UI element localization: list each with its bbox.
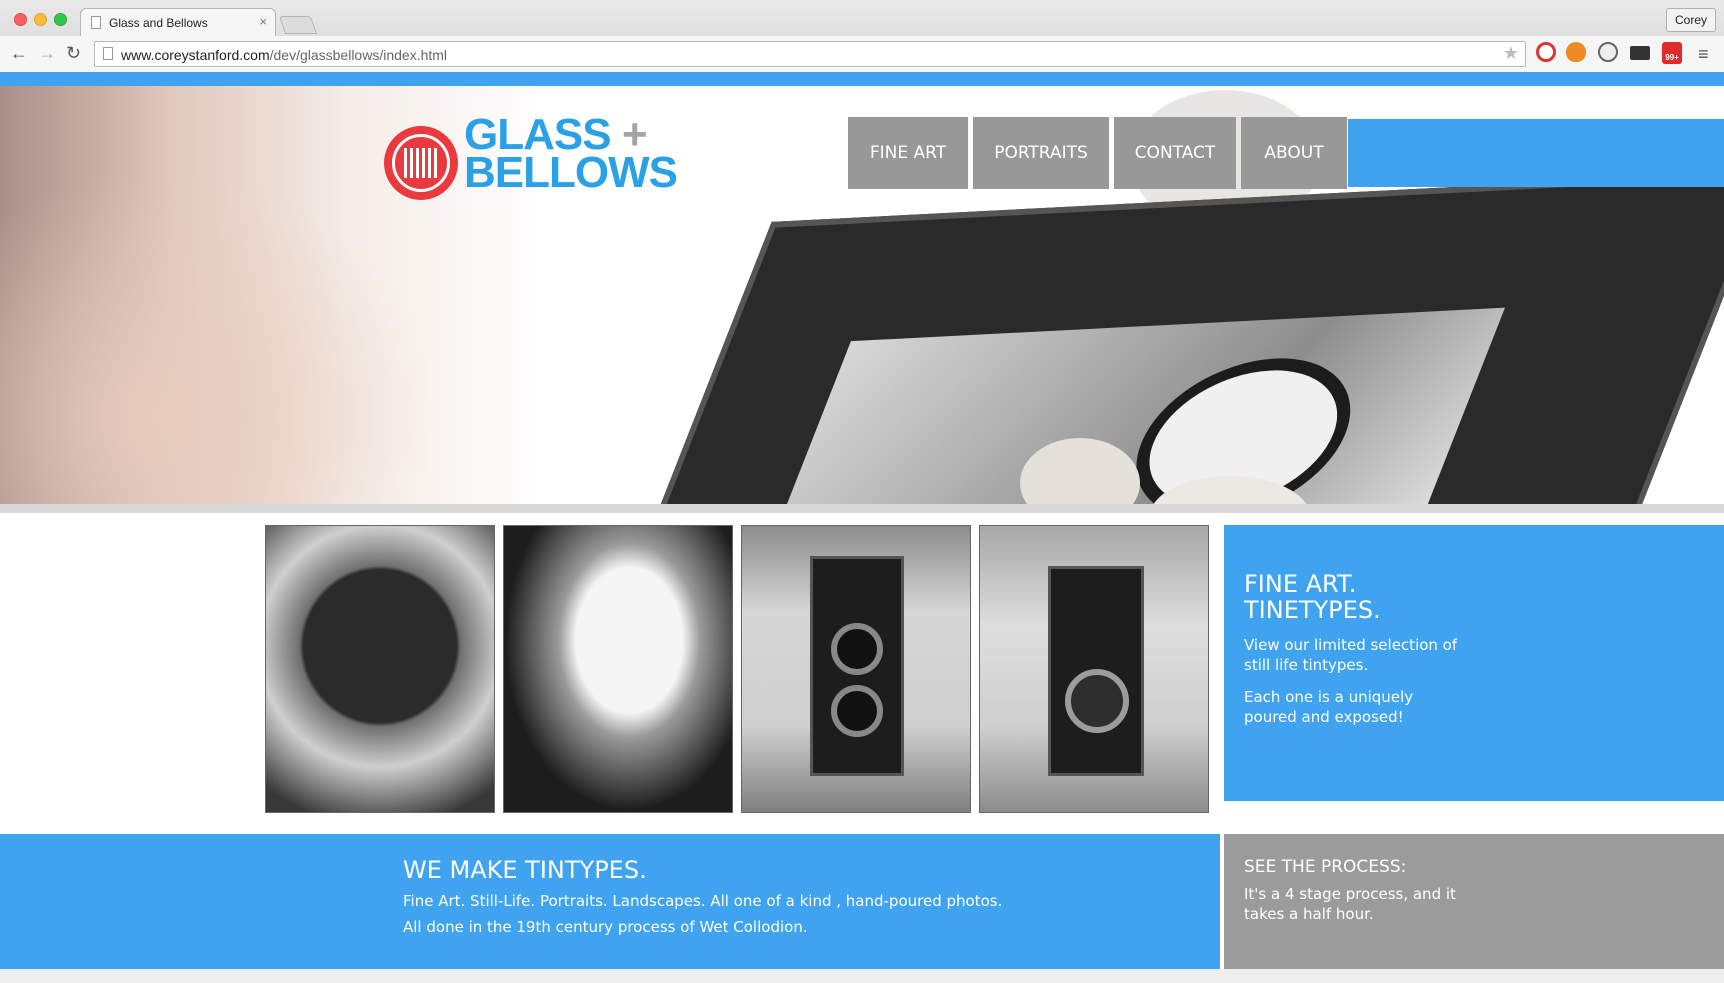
gallery-thumb-camera-side[interactable] (979, 525, 1209, 813)
gallery-thumb-lily[interactable] (503, 525, 733, 813)
nav-item-about[interactable]: ABOUT (1241, 117, 1347, 189)
process-heading: SEE THE PROCESS: (1244, 857, 1407, 877)
fine-art-heading-line2: TINETYPES. (1244, 596, 1381, 624)
hero-blur-shape (0, 166, 440, 504)
extension-sync-icon[interactable] (1598, 42, 1618, 62)
logo-line2: BELLOWS (464, 148, 678, 197)
extension-screen-icon[interactable] (1630, 46, 1650, 60)
extension-stop-icon[interactable] (1536, 42, 1556, 62)
camera-shape (810, 556, 904, 776)
camera-lens (1065, 669, 1129, 733)
new-tab-button[interactable] (278, 16, 318, 34)
section-divider (0, 504, 1724, 513)
tintype-plate-image (606, 170, 1724, 504)
extension-flame-icon[interactable] (1566, 42, 1586, 62)
browser-chrome: Glass and Bellows × Corey ← → ↻ www.core… (0, 0, 1724, 72)
tab-title: Glass and Bellows (109, 16, 208, 30)
top-accent-bar (0, 72, 1724, 86)
forward-icon[interactable]: → (38, 44, 56, 62)
tintypes-text-1: Fine Art. Still-Life. Portraits. Landsca… (403, 892, 1003, 910)
zoom-window-button[interactable] (54, 13, 67, 26)
nav-item-contact[interactable]: CONTACT (1114, 117, 1236, 189)
logo-wordmark: GLASS + BELLOWS (464, 113, 678, 197)
page-icon (103, 47, 113, 60)
nav-item-portraits[interactable]: PORTRAITS (973, 117, 1109, 189)
fine-art-panel[interactable]: FINE ART. TINETYPES. View our limited se… (1224, 525, 1724, 801)
gallery-thumb-flower[interactable] (265, 525, 495, 813)
process-panel[interactable]: SEE THE PROCESS: It's a 4 stage process,… (1224, 834, 1724, 969)
profile-button[interactable]: Corey (1665, 8, 1716, 32)
fine-art-text-2: Each one is a uniquely poured and expose… (1244, 688, 1414, 726)
nav-accent-block (1348, 119, 1724, 187)
camera-lens (831, 623, 883, 675)
fine-art-text-1: View our limited selection of still life… (1244, 636, 1458, 674)
fine-art-heading: FINE ART. TINETYPES. (1244, 571, 1704, 623)
url-host: www.coreystanford.com (121, 47, 270, 63)
web-page: GLASS + BELLOWS FINE ART PORTRAITS CONTA… (0, 72, 1724, 983)
fine-art-heading-line1: FINE ART. (1244, 570, 1357, 598)
menu-icon[interactable]: ≡ (1698, 44, 1709, 65)
browser-tab[interactable]: Glass and Bellows × (80, 8, 276, 36)
gallery-thumb-camera-front[interactable] (741, 525, 971, 813)
hero-image: GLASS + BELLOWS FINE ART PORTRAITS CONTA… (0, 86, 1724, 504)
reload-icon[interactable]: ↻ (66, 44, 81, 62)
site-logo[interactable]: GLASS + BELLOWS (384, 113, 694, 200)
close-window-button[interactable] (14, 13, 27, 26)
browser-toolbar: ← → ↻ www.coreystanford.com/dev/glassbel… (0, 36, 1724, 72)
camera-shape (1048, 566, 1144, 776)
tintypes-panel: WE MAKE TINTYPES. Fine Art. Still-Life. … (0, 834, 1220, 969)
bottom-strip (0, 969, 1724, 983)
url-text[interactable]: www.coreystanford.com/dev/glassbellows/i… (121, 47, 447, 63)
tab-close-icon[interactable]: × (259, 14, 267, 29)
nav-item-fine-art[interactable]: FINE ART (848, 117, 968, 189)
address-bar[interactable]: www.coreystanford.com/dev/glassbellows/i… (94, 41, 1526, 67)
minimize-window-button[interactable] (34, 13, 47, 26)
tintypes-heading: WE MAKE TINTYPES. (403, 856, 647, 884)
bookmark-star-icon[interactable]: ★ (1503, 43, 1519, 64)
camera-lens (831, 685, 883, 737)
main-nav: FINE ART PORTRAITS CONTACT ABOUT (848, 117, 1347, 189)
page-icon (91, 16, 101, 29)
logo-bars (404, 148, 438, 178)
extension-badge-icon[interactable]: 99+ (1662, 42, 1682, 64)
tintypes-text-2: All done in the 19th century process of … (403, 918, 808, 936)
back-icon[interactable]: ← (10, 44, 28, 62)
process-text: It's a 4 stage process, and it takes a h… (1244, 885, 1456, 923)
url-path: /dev/glassbellows/index.html (269, 47, 448, 63)
logo-mark-icon (384, 126, 458, 200)
